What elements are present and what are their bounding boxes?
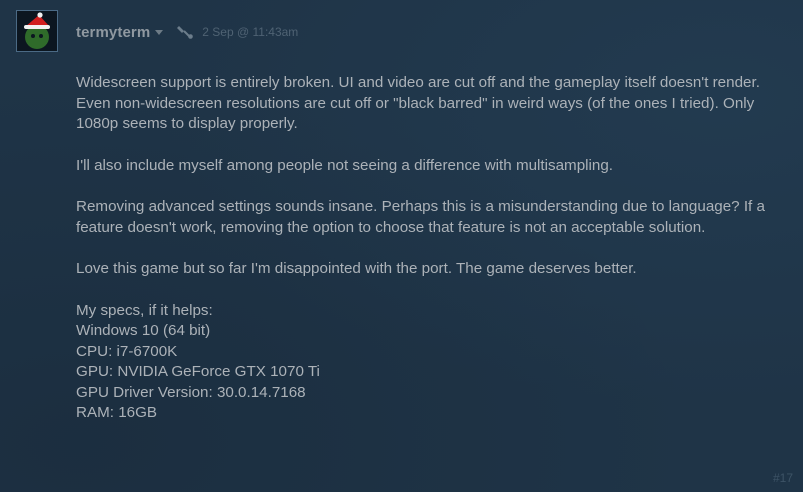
specs-line: GPU: NVIDIA GeForce GTX 1070 Ti xyxy=(76,363,320,380)
paragraph: Love this game but so far I'm disappoint… xyxy=(76,260,637,277)
specs-list: My specs, if it helps: Windows 10 (64 bi… xyxy=(76,301,776,424)
author-name[interactable]: termyterm xyxy=(76,24,150,41)
paragraph: Widescreen support is entirely broken. U… xyxy=(76,74,760,132)
specs-line: Windows 10 (64 bit) xyxy=(76,322,211,339)
specs-line: GPU Driver Version: 30.0.14.7168 xyxy=(76,383,306,401)
avatar-image xyxy=(17,11,57,51)
post-header: termyterm 2 Sep @ 11:43am xyxy=(76,22,298,42)
paragraph: I'll also include myself among people no… xyxy=(76,156,614,174)
forum-post: termyterm 2 Sep @ 11:43am Widescreen sup… xyxy=(0,0,803,492)
specs-line: CPU: i7-6700K xyxy=(76,342,178,360)
specs-line: RAM: 16GB xyxy=(76,404,158,421)
avatar[interactable] xyxy=(16,10,58,52)
post-date: 2 Sep @ 11:43am xyxy=(202,25,299,39)
specs-line: My specs, if it helps: xyxy=(76,301,213,319)
chevron-down-icon[interactable] xyxy=(155,30,164,35)
post-number[interactable]: #17 xyxy=(773,471,793,485)
post-body: Widescreen support is entirely broken. U… xyxy=(76,73,776,424)
paragraph: Removing advanced settings sounds insane… xyxy=(76,198,765,236)
award-icon[interactable] xyxy=(176,24,194,40)
